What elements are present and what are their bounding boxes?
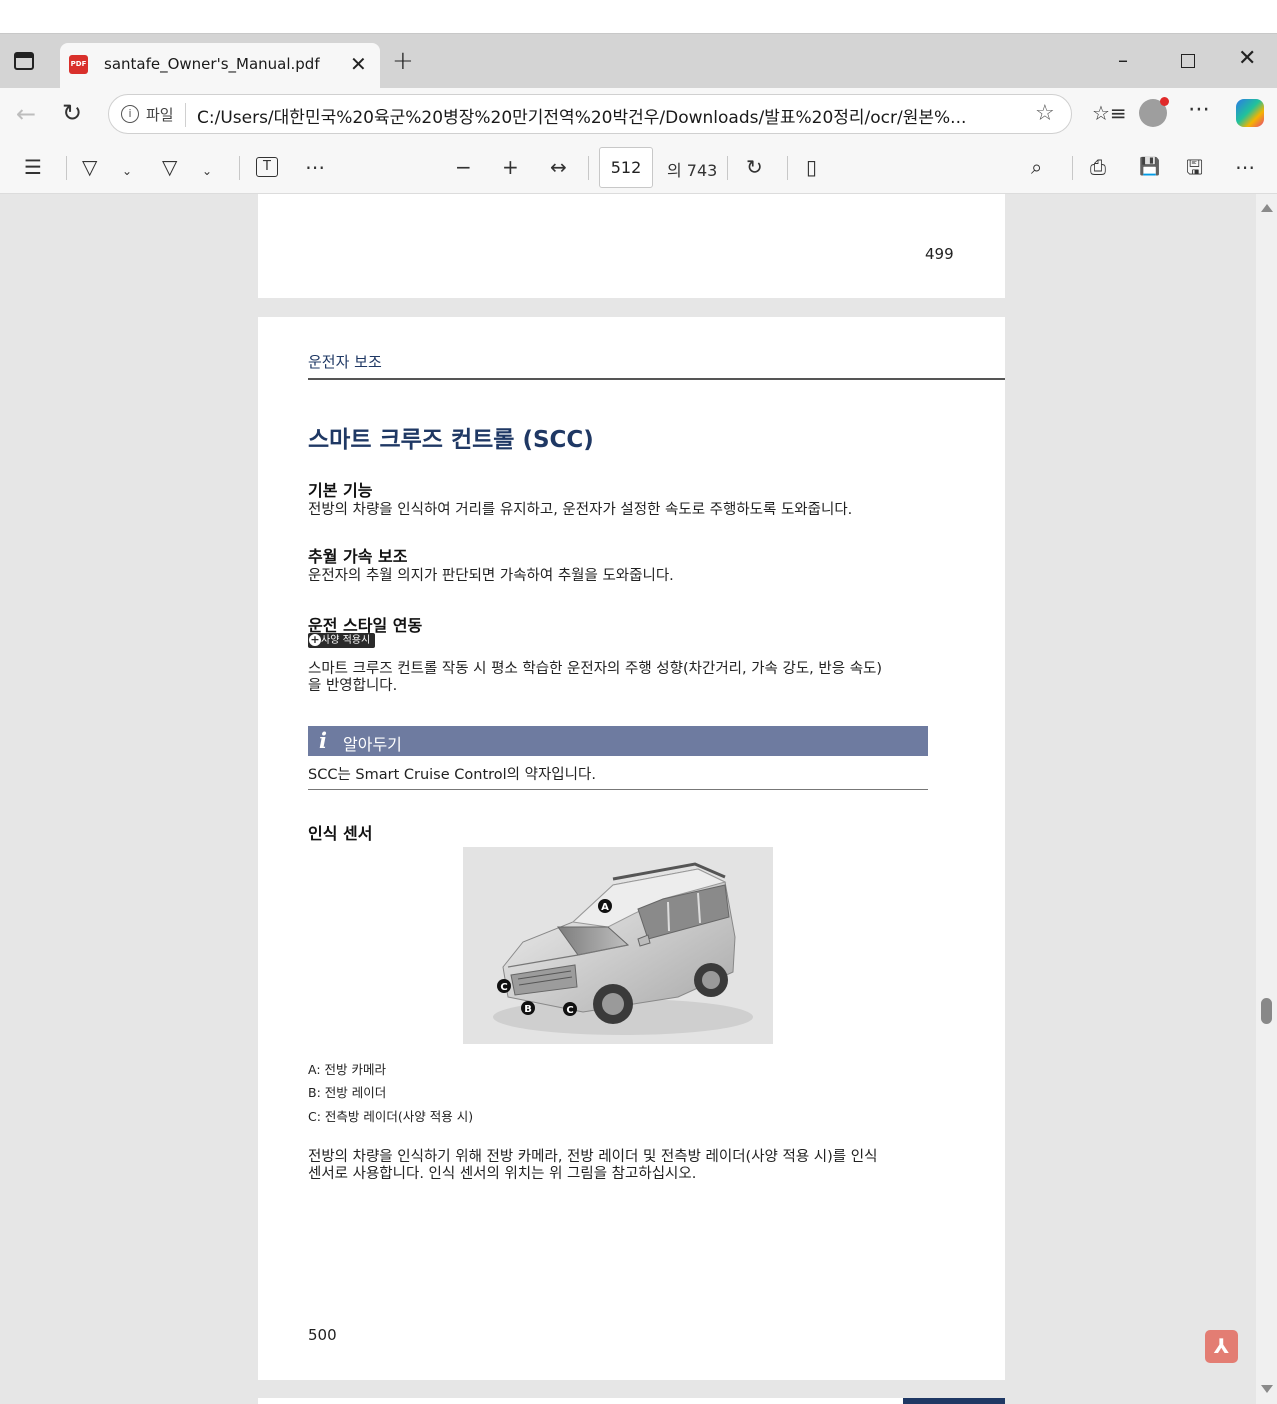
- text-sensors-line1: 전방의 차량을 인식하기 위해 전방 카메라, 전방 레이더 및 전측방 레이더…: [308, 1149, 878, 1165]
- search-icon[interactable]: ⌕: [1031, 155, 1042, 179]
- caption-c: C: 전측방 레이더(사양 적용 시): [308, 1109, 474, 1124]
- divider: [185, 103, 186, 127]
- divider: [727, 156, 728, 180]
- scroll-up-icon[interactable]: [1261, 204, 1273, 212]
- heading-sensors: 인식 센서: [308, 824, 373, 843]
- vertical-scrollbar[interactable]: [1256, 194, 1277, 1404]
- minimize-icon[interactable]: –: [1118, 48, 1128, 72]
- badge-label: 사양 적용시: [321, 635, 371, 646]
- pdf-page: 운전자 보조 스마트 크루즈 컨트롤 (SCC) 기본 기능 전방의 차량을 인…: [258, 317, 1005, 1380]
- divider: [66, 156, 67, 180]
- new-tab-icon[interactable]: +: [392, 48, 414, 74]
- info-icon: i: [319, 728, 327, 753]
- text-driving-style-line1: 스마트 크루즈 컨트롤 작동 시 평소 학습한 운전자의 주행 성향(차간거리,…: [308, 661, 883, 677]
- tab-bar: PDF santafe_Owner's_Manual.pdf ✕ + – ✕: [0, 33, 1277, 89]
- pdf-toolbar: ☰ ▽ ⌄ ▽ ⌄ T ⋯ − + ↔ 512 의 743 ↻ ▯ ⌕ ⎙ 💾 …: [0, 142, 1277, 194]
- reload-icon[interactable]: ↻: [62, 99, 82, 127]
- chevron-down-icon[interactable]: ⌄: [122, 159, 132, 183]
- copilot-icon[interactable]: [1236, 99, 1264, 127]
- page-title: 스마트 크루즈 컨트롤 (SCC): [308, 427, 594, 453]
- page-view-icon[interactable]: ▯: [806, 155, 817, 179]
- address-bar[interactable]: i 파일 C:/Users/대한민국%20육군%20병장%20만기전역%20박건…: [108, 94, 1072, 134]
- zoom-out-icon[interactable]: −: [455, 155, 472, 179]
- previous-page-number: 499: [925, 245, 954, 263]
- text-box-icon[interactable]: T: [256, 157, 278, 177]
- scroll-down-icon[interactable]: [1261, 1385, 1273, 1393]
- page-number-input[interactable]: 512: [599, 147, 653, 188]
- marker-b: B: [521, 1001, 535, 1015]
- divider: [787, 156, 788, 180]
- marker-c-right: C: [563, 1002, 577, 1016]
- heading-basic-function: 기본 기능: [308, 481, 373, 500]
- print-icon[interactable]: ⎙: [1090, 155, 1106, 179]
- divider: [239, 156, 240, 180]
- divider: [588, 156, 589, 180]
- previous-page: 499: [258, 194, 1005, 298]
- marker-a-label: A: [601, 902, 609, 913]
- marker-b-label: B: [524, 1004, 532, 1015]
- next-page-header-band: [903, 1398, 1005, 1404]
- note-text: SCC는 Smart Cruise Control의 약자입니다.: [308, 767, 596, 783]
- address-row: ← ↻ i 파일 C:/Users/대한민국%20육군%20병장%20만기전역%…: [0, 88, 1277, 142]
- marker-c-left-label: C: [500, 982, 507, 993]
- text-driving-style-line2: 을 반영합니다.: [308, 678, 398, 694]
- contents-icon[interactable]: ☰: [24, 155, 42, 179]
- caption-b: B: 전방 레이더: [308, 1085, 387, 1100]
- save-as-icon[interactable]: 🖫: [1186, 155, 1203, 179]
- text-sensors-line2: 센서로 사용합니다. 인식 센서의 위치는 위 그림을 참고하십시오.: [308, 1166, 697, 1182]
- rotate-icon[interactable]: ↻: [746, 155, 763, 179]
- maximize-icon[interactable]: [1181, 54, 1195, 68]
- pdf-favicon-icon: PDF: [69, 55, 88, 74]
- marker-c-right-label: C: [566, 1005, 573, 1016]
- close-window-icon[interactable]: ✕: [1238, 46, 1256, 71]
- top-band: [0, 0, 1277, 33]
- note-divider: [308, 789, 928, 790]
- acrobat-icon[interactable]: ⅄: [1205, 1330, 1238, 1363]
- page-total: 의 743: [667, 161, 718, 180]
- marker-c-left: C: [497, 979, 511, 993]
- tab-title: santafe_Owner's_Manual.pdf: [104, 55, 320, 73]
- caption-a: A: 전방 카메라: [308, 1062, 386, 1077]
- text-overtake-assist: 운전자의 추월 의지가 판단되면 가속하여 추월을 도와줍니다.: [308, 568, 674, 584]
- scheme-label: 파일: [146, 106, 174, 124]
- info-icon[interactable]: i: [121, 105, 139, 123]
- star-icon[interactable]: ☆: [1035, 101, 1055, 126]
- more-tools-icon[interactable]: ⋯: [305, 155, 325, 179]
- marker-a: A: [598, 899, 612, 913]
- close-tab-icon[interactable]: ✕: [350, 52, 367, 76]
- highlight-icon[interactable]: ▽: [82, 155, 97, 179]
- back-icon[interactable]: ←: [16, 100, 36, 128]
- vehicle-sensor-figure: A C B C: [463, 847, 773, 1044]
- favorites-icon[interactable]: ☆≡: [1092, 101, 1127, 125]
- settings-more-icon[interactable]: ⋯: [1235, 155, 1255, 179]
- fit-width-icon[interactable]: ↔: [550, 155, 567, 179]
- zoom-in-icon[interactable]: +: [502, 155, 519, 179]
- divider: [1072, 156, 1073, 180]
- save-icon[interactable]: 💾: [1139, 155, 1160, 179]
- tab-active[interactable]: PDF santafe_Owner's_Manual.pdf ✕: [60, 43, 380, 89]
- chevron-down-icon[interactable]: ⌄: [202, 159, 212, 183]
- vehicle-illustration: A C B C: [493, 862, 753, 1035]
- note-title: 알아두기: [343, 735, 402, 754]
- plus-icon: +: [309, 633, 321, 646]
- profile-avatar[interactable]: [1139, 97, 1169, 127]
- next-page: [258, 1398, 1005, 1404]
- note-header: i 알아두기: [308, 726, 928, 756]
- pdf-viewer[interactable]: 499 운전자 보조 스마트 크루즈 컨트롤 (SCC) 기본 기능 전방의 차…: [0, 194, 1277, 1404]
- section-label: 운전자 보조: [308, 353, 382, 371]
- tab-actions-icon[interactable]: [14, 52, 34, 70]
- scroll-thumb[interactable]: [1261, 998, 1272, 1024]
- draw-icon[interactable]: ▽: [162, 155, 177, 179]
- section-divider: [308, 378, 1005, 380]
- text-basic-function: 전방의 차량을 인식하여 거리를 유지하고, 운전자가 설정한 속도로 주행하도…: [308, 502, 853, 518]
- more-icon[interactable]: ⋯: [1188, 97, 1210, 122]
- page-number: 500: [308, 1326, 337, 1344]
- heading-overtake-assist: 추월 가속 보조: [308, 547, 408, 566]
- url-text[interactable]: C:/Users/대한민국%20육군%20병장%20만기전역%20박건우/Dow…: [197, 103, 1029, 128]
- option-badge: + 사양 적용시: [308, 633, 376, 648]
